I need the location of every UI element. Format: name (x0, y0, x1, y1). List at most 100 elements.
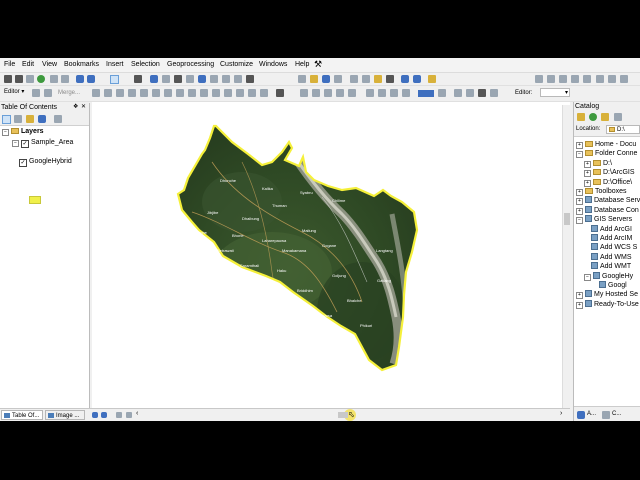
expand-icon[interactable]: + (584, 160, 591, 168)
list-by-source-icon[interactable] (14, 115, 22, 123)
edit-tool-icon[interactable] (32, 89, 40, 97)
drawing-icon[interactable] (276, 89, 284, 97)
layout-5-icon[interactable] (348, 89, 356, 97)
catalog-item[interactable]: − GoogleHy (584, 271, 633, 281)
georef-1-icon[interactable] (200, 89, 208, 97)
expand-icon[interactable]: + (576, 301, 583, 309)
catalog-item[interactable]: − Folder Conne (576, 149, 637, 159)
editor-tool-8-icon[interactable] (620, 75, 628, 83)
catalog-item[interactable]: Add WMT (584, 262, 631, 271)
catalog-item[interactable]: Add ArcIM (584, 234, 632, 243)
menu-edit[interactable]: Edit (22, 61, 34, 68)
delete-icon[interactable] (386, 75, 394, 83)
hammer-icon[interactable]: ⚒ (314, 59, 322, 70)
view-2-icon[interactable] (466, 89, 474, 97)
expand-icon[interactable]: + (576, 189, 583, 196)
expand-icon[interactable] (592, 282, 597, 287)
menu-geoprocessing[interactable]: Geoprocessing (167, 61, 214, 68)
new-document-icon[interactable] (298, 75, 306, 83)
layout-4-icon[interactable] (336, 89, 344, 97)
full-extent-icon[interactable] (37, 75, 45, 83)
create-viewer-icon[interactable] (246, 75, 254, 83)
create-features-icon[interactable] (188, 89, 196, 97)
georef-4-icon[interactable] (236, 89, 244, 97)
fill-color-swatch[interactable] (418, 90, 434, 97)
horizontal-scroll-thumb[interactable] (338, 412, 348, 418)
tab-image-analysis[interactable]: Image ... (45, 410, 85, 420)
editor-tool-1-icon[interactable] (535, 75, 543, 83)
merge-command[interactable]: Merge... (58, 90, 80, 96)
editor-tool-7-icon[interactable] (608, 75, 616, 83)
expand-icon[interactable]: + (576, 207, 583, 215)
layer-sample-area[interactable]: − ✓ Sample_Area (12, 138, 73, 148)
tab-catalog[interactable]: C... (612, 411, 621, 417)
list-by-drawing-order-icon[interactable] (2, 115, 11, 124)
measure-icon[interactable] (186, 75, 194, 83)
menu-view[interactable]: View (42, 61, 57, 68)
forward-icon[interactable] (589, 113, 597, 121)
select-features-icon[interactable] (110, 75, 119, 84)
view-3-icon[interactable] (478, 89, 486, 97)
menu-selection[interactable]: Selection (131, 61, 160, 68)
table-3-icon[interactable] (390, 89, 398, 97)
expand-icon[interactable]: + (584, 179, 591, 187)
time-slider-icon[interactable] (234, 75, 242, 83)
add-data-icon[interactable] (428, 75, 436, 83)
table-1-icon[interactable] (366, 89, 374, 97)
collapse-icon[interactable]: − (576, 151, 583, 159)
select-elements-icon[interactable] (134, 75, 142, 83)
catalog-item[interactable]: + Toolboxes (576, 187, 627, 196)
catalog-item[interactable]: + Ready-To-Use (576, 299, 639, 309)
open-icon[interactable] (310, 75, 318, 83)
catalog-item[interactable]: Googl (592, 281, 627, 290)
zoom-in-icon[interactable] (4, 75, 12, 83)
catalog-item[interactable]: Add WCS S (584, 243, 637, 252)
scroll-left-icon[interactable]: ‹ (136, 410, 138, 417)
cut-icon[interactable] (350, 75, 358, 83)
sample-area-checkbox[interactable]: ✓ (21, 140, 29, 148)
editor-tool-6-icon[interactable] (596, 75, 604, 83)
fixed-zoom-in-icon[interactable] (50, 75, 58, 83)
hyperlink-icon[interactable] (162, 75, 170, 83)
html-popup-icon[interactable] (174, 75, 182, 83)
catalog-item[interactable]: − GIS Servers (576, 215, 632, 225)
menu-windows[interactable]: Windows (259, 61, 287, 68)
paste-icon[interactable] (374, 75, 382, 83)
location-combo[interactable]: D:\ (606, 125, 640, 134)
layout-2-icon[interactable] (312, 89, 320, 97)
sketch-props-icon[interactable] (176, 89, 184, 97)
expand-icon[interactable]: + (576, 292, 583, 300)
layout-3-icon[interactable] (324, 89, 332, 97)
tab-arctoolbox[interactable]: A... (587, 411, 596, 417)
menu-bookmarks[interactable]: Bookmarks (64, 61, 99, 68)
expand-icon[interactable]: + (576, 198, 583, 206)
georef-6-icon[interactable] (260, 89, 268, 97)
expand-icon[interactable] (584, 226, 589, 231)
editor-tool-2-icon[interactable] (547, 75, 555, 83)
list-by-selection-icon[interactable] (38, 115, 46, 123)
save-icon[interactable] (322, 75, 330, 83)
pin-icon[interactable]: ❖ (73, 103, 78, 110)
menu-file[interactable]: File (4, 61, 15, 68)
goto-xy-icon[interactable] (222, 75, 230, 83)
catalog-item[interactable]: + Database Serv (576, 196, 640, 206)
refresh-icon[interactable] (116, 412, 122, 418)
catalog-item[interactable]: + Database Con (576, 205, 639, 215)
view-1-icon[interactable] (454, 89, 462, 97)
scroll-right-icon[interactable]: › (560, 410, 562, 417)
catalog-item[interactable]: + D:\Office\ (584, 178, 632, 187)
color-dropdown-icon[interactable] (438, 89, 446, 97)
catalog-item[interactable]: + D:\ArcGIS (584, 168, 635, 178)
fixed-zoom-out-icon[interactable] (61, 75, 69, 83)
pan-icon[interactable] (26, 75, 34, 83)
identify-icon[interactable] (150, 75, 158, 83)
connect-folder-icon[interactable] (614, 113, 622, 121)
list-by-visibility-icon[interactable] (26, 115, 34, 123)
editor-tool-5-icon[interactable] (583, 75, 591, 83)
layout-1-icon[interactable] (300, 89, 308, 97)
zoom-out-icon[interactable] (15, 75, 23, 83)
pause-draw-icon[interactable] (126, 412, 132, 418)
menu-help[interactable]: Help (295, 61, 309, 68)
table-4-icon[interactable] (402, 89, 410, 97)
map-canvas[interactable]: Dhunche Kalika Syabru Chilime Thuman Jib… (92, 102, 570, 408)
